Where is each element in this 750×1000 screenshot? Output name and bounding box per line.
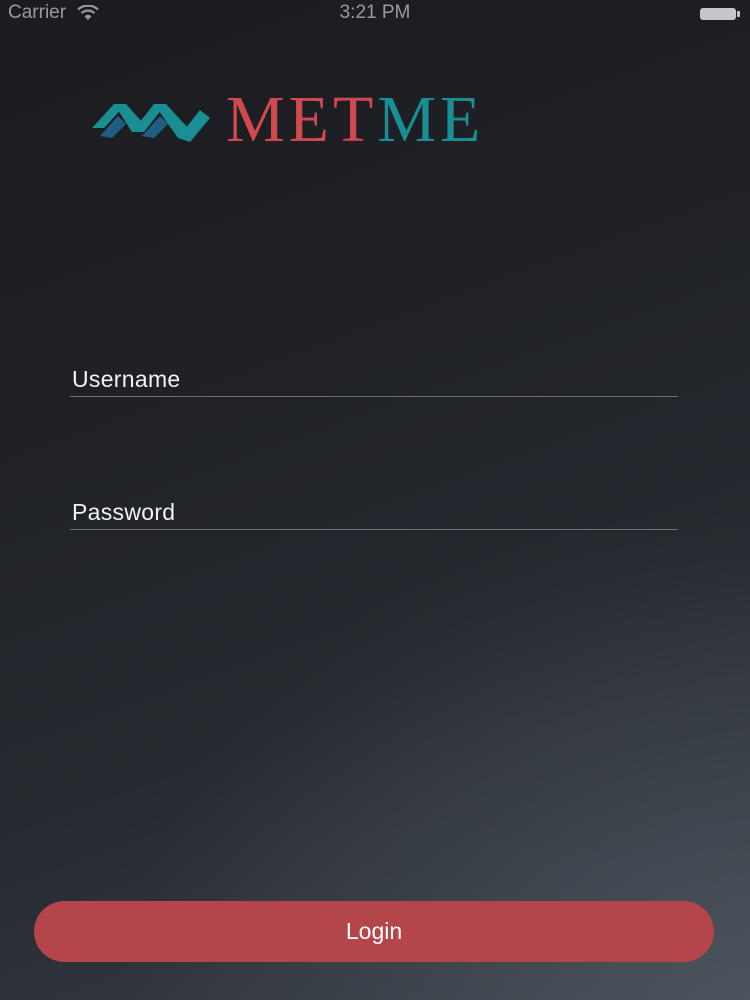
wordmark-me: ME [377,83,485,156]
status-clock: 3:21 PM [339,2,411,23]
battery-icon [700,8,740,20]
password-field [70,499,678,530]
status-bar: Carrier 3:21 PM [0,0,750,30]
metme-wordmark: METME [226,87,484,153]
password-input[interactable] [70,499,678,530]
metme-logo: METME [92,87,662,153]
username-input[interactable] [70,366,678,397]
metme-logo-mark-icon [92,104,210,142]
wordmark-met: MET [226,83,378,156]
username-field [70,366,678,397]
login-button[interactable]: Login [34,901,714,962]
